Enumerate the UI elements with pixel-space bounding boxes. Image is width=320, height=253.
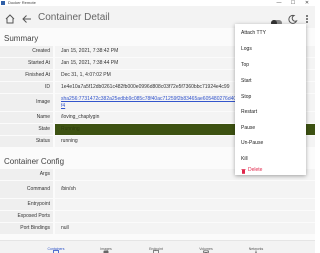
row-label: Entrypoint [0,199,53,210]
row-label: Created [0,46,53,57]
menu-item-top[interactable]: Top [235,59,306,72]
summary-heading: Summary [4,34,39,43]
menu-item-restart[interactable]: Restart [235,106,306,119]
delete-label: Delete [248,167,263,173]
menu-item-delete[interactable]: Delete [235,164,306,177]
row-label: Name [0,112,53,123]
trash-icon [241,167,246,174]
container-config-heading: Container Config [4,157,65,166]
container-actions-menu: Attach TTY Logs Top Start Stop Restart P… [235,24,306,175]
nav-containers[interactable]: Containers [31,242,81,253]
home-icon[interactable] [4,12,16,24]
config-row-port-bindings: Port Bindings null [0,223,315,234]
row-value: null [55,223,315,234]
nav-endpoint[interactable]: Endpoint [131,242,181,253]
menu-item-logs[interactable]: Logs [235,43,306,56]
nav-images[interactable]: Images [81,242,131,253]
menu-item-pause[interactable]: Pause [235,122,306,135]
row-label: Status [0,136,53,147]
row-label: Image [0,94,53,111]
more-icon[interactable] [301,12,313,24]
bottom-navigation: Containers Images Endpoint Volumes Netwo… [0,240,315,253]
row-value [55,211,315,222]
row-label: State [0,124,53,135]
row-label: Finished At [0,70,53,81]
dark-mode-icon[interactable] [287,12,299,24]
row-label: Started At [0,58,53,69]
image-link-line-1: sha256:7731472c382a25edbb9c085c78f40ac71… [61,96,239,102]
nav-label: Endpoint [149,247,163,251]
image-link-line-2: f4 [61,103,66,109]
row-label: Command [0,181,53,198]
row-value: /bin/sh [55,181,315,198]
nav-networks[interactable]: Networks [231,242,281,253]
nav-volumes[interactable]: Volumes [181,242,231,253]
config-row-command: Command /bin/sh [0,181,315,198]
row-label: Exposed Ports [0,211,53,222]
row-label: Port Bindings [0,223,53,234]
row-value [55,199,315,210]
config-row-exposed-ports: Exposed Ports [0,211,315,222]
nav-label: Images [100,247,112,251]
config-row-entrypoint: Entrypoint [0,199,315,210]
nav-label: Volumes [199,247,213,251]
nav-label: Networks [248,247,264,251]
menu-item-start[interactable]: Start [235,75,306,88]
page-title: Container Detail [38,12,110,23]
app-icon [1,1,5,5]
nav-label: Containers [47,247,65,251]
row-label: Args [0,169,53,180]
menu-item-stop[interactable]: Stop [235,91,306,104]
menu-item-attach-tty[interactable]: Attach TTY [235,27,306,40]
row-label: ID [0,82,53,93]
menu-item-un-pause[interactable]: Un-Pause [235,137,306,150]
back-icon[interactable] [21,12,33,24]
